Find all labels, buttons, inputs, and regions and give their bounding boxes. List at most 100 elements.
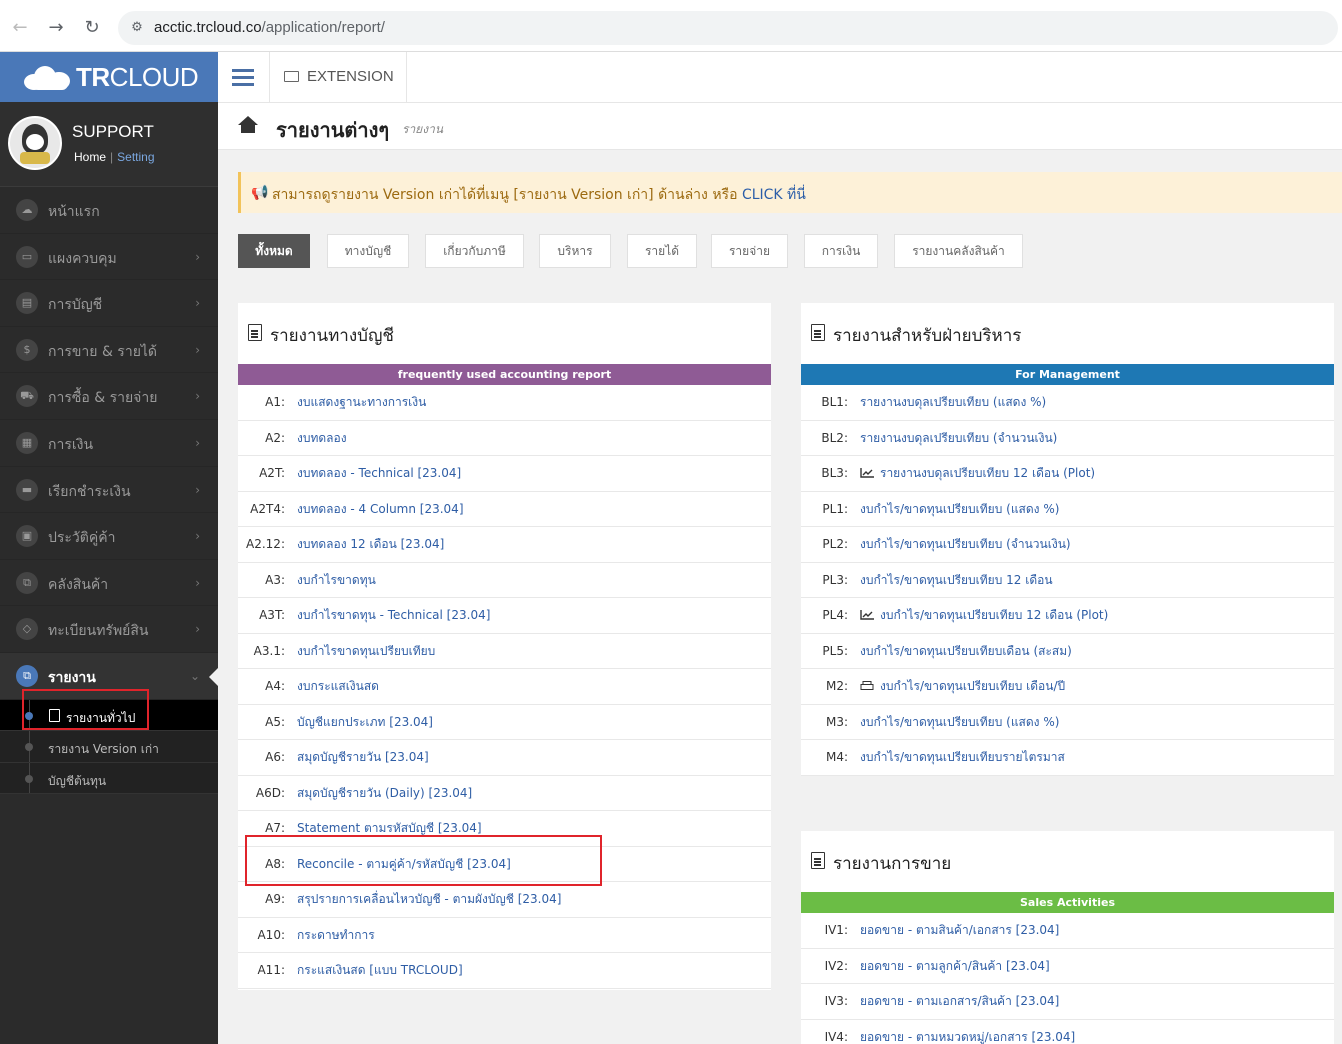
- document-icon: [248, 324, 262, 341]
- report-code: PL5:: [822, 643, 848, 658]
- sidebar-item-label: รายงาน: [48, 669, 96, 686]
- user-name: SUPPORT: [72, 122, 154, 141]
- report-link[interactable]: ยอดขาย - ตามลูกค้า/สินค้า [23.04]: [860, 949, 1050, 984]
- report-link[interactable]: งบกำไรขาดทุน: [297, 563, 376, 598]
- report-code: IV1:: [824, 923, 848, 937]
- report-link[interactable]: ยอดขาย - ตามหมวดหมู่/เอกสาร [23.04]: [860, 1020, 1075, 1044]
- credit-card-icon: ▬: [16, 478, 38, 501]
- setting-link[interactable]: Setting: [117, 150, 154, 164]
- site-settings-icon[interactable]: ⚙: [128, 19, 146, 37]
- management-report-panel: รายงานสำหรับฝ่ายบริหาร For Management BL…: [801, 303, 1334, 776]
- report-code: IV3:: [824, 994, 848, 1008]
- avatar[interactable]: [8, 116, 62, 170]
- page-title: รายงานต่างๆ: [276, 118, 390, 142]
- submenu-item[interactable]: รายงาน Version เก่า: [0, 731, 218, 763]
- report-row: A5: บัญชีแยกประเภท [23.04]: [238, 705, 771, 740]
- report-link[interactable]: กระดาษทำการ: [297, 918, 375, 953]
- submenu-item-label: บัญชีต้นทุน: [48, 773, 107, 788]
- report-link[interactable]: งบทดลอง: [297, 421, 347, 456]
- forward-icon[interactable]: →: [44, 16, 68, 40]
- chevron-right-icon: ›: [195, 622, 200, 637]
- extension-button[interactable]: EXTENSION: [284, 68, 394, 85]
- report-link[interactable]: งบกำไร/ขาดทุนเปรียบเทียบรายไตรมาส: [860, 740, 1065, 775]
- sidebar-item[interactable]: ⛟ การซื้อ & รายจ่าย ›: [0, 373, 218, 420]
- address-bar[interactable]: ⚙ acctic.trcloud.co/application/report/: [118, 11, 1338, 45]
- line-chart-icon: [860, 610, 874, 620]
- report-row: A3T: งบกำไรขาดทุน - Technical [23.04]: [238, 598, 771, 634]
- sidebar-item[interactable]: ⧉ คลังสินค้า ›: [0, 560, 218, 607]
- report-row: A2.12: งบทดลอง 12 เดือน [23.04]: [238, 527, 771, 563]
- report-link[interactable]: งบทดลอง - 4 Column [23.04]: [297, 492, 464, 527]
- report-link[interactable]: รายงานงบดุลเปรียบเทียบ (จำนวนเงิน): [860, 421, 1057, 456]
- report-link[interactable]: สมุดบัญชีรายวัน (Daily) [23.04]: [297, 776, 472, 811]
- report-link[interactable]: งบกำไร/ขาดทุนเปรียบเทียบ (แสดง %): [860, 705, 1059, 740]
- reload-icon[interactable]: ↻: [80, 16, 104, 40]
- url-text[interactable]: acctic.trcloud.co/application/report/: [154, 19, 385, 36]
- report-row: PL4: งบกำไร/ขาดทุนเปรียบเทียบ 12 เดือน (…: [801, 598, 1334, 634]
- report-link[interactable]: งบกำไร/ขาดทุนเปรียบเทียบ (จำนวนเงิน): [860, 527, 1071, 562]
- report-link[interactable]: สมุดบัญชีรายวัน [23.04]: [297, 740, 429, 775]
- report-link[interactable]: ยอดขาย - ตามสินค้า/เอกสาร [23.04]: [860, 913, 1059, 948]
- report-row: A2T: งบทดลอง - Technical [23.04]: [238, 456, 771, 492]
- filter-tab[interactable]: เกี่ยวกับภาษี: [425, 234, 524, 268]
- sidebar-item[interactable]: ▣ ประวัติคู่ค้า ›: [0, 513, 218, 560]
- report-link[interactable]: งบกำไร/ขาดทุนเปรียบเทียบเดือน (สะสม): [860, 634, 1072, 669]
- report-code: BL2:: [821, 430, 848, 445]
- sidebar-item[interactable]: ◇ ทะเบียนทรัพย์สิน ›: [0, 606, 218, 653]
- panel-band: Sales Activities: [801, 892, 1334, 913]
- report-link[interactable]: งบแสดงฐานะทางการเงิน: [297, 385, 426, 420]
- sidebar-item-label: ทะเบียนทรัพย์สิน: [48, 623, 149, 640]
- report-row: A3.1: งบกำไรขาดทุนเปรียบเทียบ: [238, 634, 771, 669]
- report-link[interactable]: สรุปรายการเคลื่อนไหวบัญชี - ตามผังบัญชี …: [297, 882, 561, 917]
- home-link[interactable]: Home: [74, 150, 106, 164]
- filter-tab[interactable]: รายจ่าย: [711, 234, 788, 268]
- sidebar-item-label: การซื้อ & รายจ่าย: [48, 390, 158, 407]
- report-link[interactable]: งบกำไรขาดทุนเปรียบเทียบ: [297, 634, 435, 669]
- filter-tab[interactable]: รายงานคลังสินค้า: [894, 234, 1023, 268]
- brand-logo[interactable]: TRCLOUD: [0, 52, 218, 102]
- sidebar-item[interactable]: ▦ การเงิน ›: [0, 420, 218, 467]
- chevron-right-icon: ›: [195, 342, 200, 357]
- report-code: PL1:: [822, 501, 848, 516]
- home-icon[interactable]: [238, 116, 258, 134]
- click-link[interactable]: CLICK: [742, 187, 783, 203]
- document-icon: [811, 852, 825, 869]
- filter-tab[interactable]: การเงิน: [804, 234, 878, 268]
- sidebar-item[interactable]: ☁ หน้าแรก: [0, 187, 218, 234]
- report-code: A2.12:: [246, 537, 285, 551]
- hamburger-menu-icon[interactable]: [232, 69, 254, 87]
- chevron-right-icon: ›: [195, 482, 200, 497]
- sidebar-item[interactable]: ▬ เรียกชำระเงิน ›: [0, 467, 218, 514]
- report-link[interactable]: งบทดลอง - Technical [23.04]: [297, 456, 461, 491]
- report-link[interactable]: ยอดขาย - ตามเอกสาร/สินค้า [23.04]: [860, 984, 1059, 1019]
- report-link[interactable]: งบทดลอง 12 เดือน [23.04]: [297, 527, 444, 562]
- report-link[interactable]: บัญชีแยกประเภท [23.04]: [297, 705, 433, 740]
- filter-tab[interactable]: ทั้งหมด: [238, 234, 310, 268]
- report-code: A3T:: [259, 608, 285, 622]
- sidebar-item[interactable]: ▭ แผงควบคุม ›: [0, 234, 218, 281]
- filter-tab[interactable]: บริหาร: [539, 234, 611, 268]
- chevron-right-icon: ›: [195, 575, 200, 590]
- report-link[interactable]: งบกระแสเงินสด: [297, 669, 379, 704]
- report-link[interactable]: งบกำไร/ขาดทุนเปรียบเทียบ 12 เดือน: [860, 563, 1053, 598]
- browser-chrome: ← → ↻ ⚙ acctic.trcloud.co/application/re…: [0, 0, 1342, 52]
- sidebar-item[interactable]: $ การขาย & รายได้ ›: [0, 327, 218, 374]
- submenu-item[interactable]: บัญชีต้นทุน: [0, 762, 218, 795]
- sidebar-item-label: แผงควบคุม: [48, 250, 117, 267]
- report-link[interactable]: งบกำไร/ขาดทุนเปรียบเทียบ 12 เดือน (Plot): [860, 598, 1108, 633]
- panel-band: For Management: [801, 364, 1334, 385]
- report-link[interactable]: งบกำไรขาดทุน - Technical [23.04]: [297, 598, 490, 633]
- report-link[interactable]: งบกำไร/ขาดทุนเปรียบเทียบ เดือน/ปี: [860, 669, 1065, 704]
- report-code: IV2:: [824, 958, 848, 973]
- highlight-box-a8: [245, 835, 602, 886]
- bullet-icon: [25, 743, 33, 752]
- accounting-report-panel: รายงานทางบัญชี frequently used accountin…: [238, 303, 771, 990]
- report-link[interactable]: งบกำไร/ขาดทุนเปรียบเทียบ (แสดง %): [860, 492, 1059, 527]
- back-icon[interactable]: ←: [8, 16, 32, 40]
- sidebar-item[interactable]: ▤ การบัญชี ›: [0, 280, 218, 327]
- report-link[interactable]: รายงานงบดุลเปรียบเทียบ (แสดง %): [860, 385, 1046, 420]
- filter-tab[interactable]: ทางบัญชี: [327, 234, 409, 268]
- report-link[interactable]: รายงานงบดุลเปรียบเทียบ 12 เดือน (Plot): [860, 456, 1095, 491]
- filter-tab[interactable]: รายได้: [627, 234, 697, 268]
- report-link[interactable]: กระแสเงินสด [แบบ TRCLOUD]: [297, 953, 463, 988]
